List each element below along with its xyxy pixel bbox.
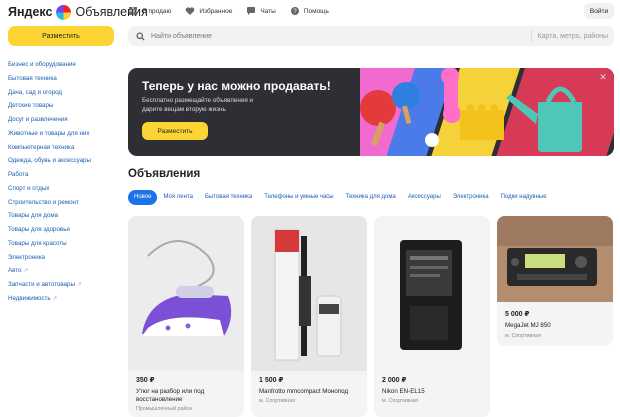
nav-help-label: Помощь (303, 7, 329, 15)
sidebar-item-jobs[interactable]: Работа (8, 168, 120, 182)
sidebar-item-appliances[interactable]: Бытовая техника (8, 72, 120, 86)
sidebar-item-label: Авто (8, 267, 22, 275)
listing-card[interactable]: 350 ₽ Утюг на разбор или под восстановле… (128, 216, 244, 417)
search-bar[interactable]: Найти объявление Карта, метро, районы (128, 26, 614, 46)
banner-subtitle: Бесплатно размещайте объявления и дарите… (142, 97, 254, 113)
listing-card[interactable]: 1 500 ₽ Manfrotto mmcompact Монопод м. С… (251, 216, 367, 417)
location-filter[interactable]: Карта, метро, районы (530, 30, 614, 42)
listing-location: м. Спортивная (259, 398, 295, 404)
listings-title: Объявления (128, 168, 201, 180)
tab-new[interactable]: Новое (128, 190, 158, 205)
grid-icon (129, 7, 137, 15)
sidebar-item-electronics[interactable]: Электроника (8, 251, 120, 265)
listing-tabs: Новое Моя лента Бытовая техника Телефоны… (128, 190, 553, 205)
listing-price: 350 ₽ (136, 377, 155, 384)
flower-logo-icon (56, 4, 72, 20)
sidebar-item-computers[interactable]: Компьютерная техника (8, 141, 120, 155)
banner-close-icon[interactable]: ✕ (598, 72, 608, 82)
listing-photo (128, 216, 244, 371)
chat-bubble-icon (247, 7, 256, 15)
login-button[interactable]: Войти (584, 3, 614, 19)
sidebar-item-label: Запчасти и автотовары (8, 281, 75, 288)
search-icon (136, 31, 145, 41)
sidebar-item-realty[interactable]: Недвижимость ↗ (8, 292, 120, 306)
tab-electronics[interactable]: Электроника (447, 190, 495, 205)
sidebar-item-label: Недвижимость (8, 294, 51, 302)
banner-title: Теперь у нас можно продавать! (142, 79, 331, 93)
listing-price: 2 000 ₽ (382, 377, 407, 384)
listing-card[interactable]: 5 000 ₽ MegaJet MJ 850 м. Спортивная (497, 216, 613, 346)
listing-price: 1 500 ₽ (259, 377, 284, 384)
listing-location: м. Спортивная (382, 398, 418, 404)
external-link-icon: ↗ (52, 295, 58, 302)
banner-illustration (360, 68, 614, 156)
sidebar-item-construction[interactable]: Строительство и ремонт (8, 196, 120, 210)
listing-location: м. Спортивная (505, 333, 541, 339)
banner-place-button[interactable]: Разместить (142, 122, 208, 140)
external-link-icon: ↗ (23, 268, 29, 275)
sidebar-item-home[interactable]: Товары для дома (8, 209, 120, 223)
brand-name: Яндекс (8, 5, 53, 19)
nav-favorites[interactable]: Избранное (185, 6, 232, 16)
nav-chats[interactable]: Чаты (246, 6, 276, 16)
sidebar-item-kids[interactable]: Детские товары (8, 99, 120, 113)
sidebar-item-health[interactable]: Товары для здоровья (8, 223, 120, 237)
tab-appliances[interactable]: Бытовая техника (199, 190, 258, 205)
sidebar-item-business[interactable]: Бизнес и оборудование (8, 58, 120, 72)
search-input[interactable]: Найти объявление (151, 33, 531, 40)
sidebar-item-garden[interactable]: Дача, сад и огород (8, 86, 120, 100)
listing-name: Утюг на разбор или под восстановление (136, 388, 205, 403)
tab-inflatable[interactable]: Подки надувные (495, 190, 553, 205)
category-sidebar: Бизнес и оборудование Бытовая техника Да… (8, 58, 120, 306)
nav-my-sales[interactable]: Я продаю (128, 6, 171, 16)
listing-photo (497, 216, 613, 302)
sidebar-item-leisure[interactable]: Досуг и развлечения (8, 113, 120, 127)
help-circle-icon: ? (290, 7, 299, 15)
listing-price: 5 000 ₽ (505, 311, 530, 318)
listing-name: MegaJet MJ 850 (505, 322, 551, 329)
listing-name: Manfrotto mmcompact Монопод (259, 388, 349, 395)
listing-photo (251, 216, 367, 371)
tab-phones[interactable]: Телефоны и умные часы (258, 190, 339, 205)
sidebar-item-auto-parts[interactable]: Запчасти и автотовары ↗ (8, 278, 120, 292)
external-link-icon: ↗ (76, 282, 82, 288)
tab-home-tech[interactable]: Техника для дома (340, 190, 402, 205)
top-nav: Я продаю Избранное Чаты ? Помощь (128, 4, 329, 18)
logo[interactable]: Яндекс Объявления (8, 3, 148, 21)
listing-name: Nikon EN-EL15 (382, 388, 425, 395)
listing-photo (374, 216, 490, 371)
tab-my-feed[interactable]: Моя лента (157, 190, 199, 205)
heart-icon (186, 7, 195, 15)
nav-my-sales-label: Я продаю (142, 7, 172, 15)
listing-location: Промышленный район (136, 406, 193, 412)
place-ad-button[interactable]: Разместить (8, 26, 114, 46)
promo-banner: Теперь у нас можно продавать! Бесплатно … (128, 68, 614, 156)
sidebar-item-clothing[interactable]: Одежда, обувь и аксессуары (8, 154, 120, 168)
sidebar-item-pets[interactable]: Животные и товары для них (8, 127, 120, 141)
nav-favorites-label: Избранное (199, 7, 233, 15)
tab-accessories[interactable]: Аксессуары (402, 190, 447, 205)
nav-help[interactable]: ? Помощь (290, 6, 329, 16)
sidebar-item-beauty[interactable]: Товары для красоты (8, 237, 120, 251)
sidebar-item-sport[interactable]: Спорт и отдых (8, 182, 120, 196)
nav-chats-label: Чаты (260, 7, 276, 15)
sidebar-item-auto[interactable]: Авто ↗ (8, 264, 120, 278)
listing-card[interactable]: 2 000 ₽ Nikon EN-EL15 м. Спортивная (374, 216, 490, 417)
